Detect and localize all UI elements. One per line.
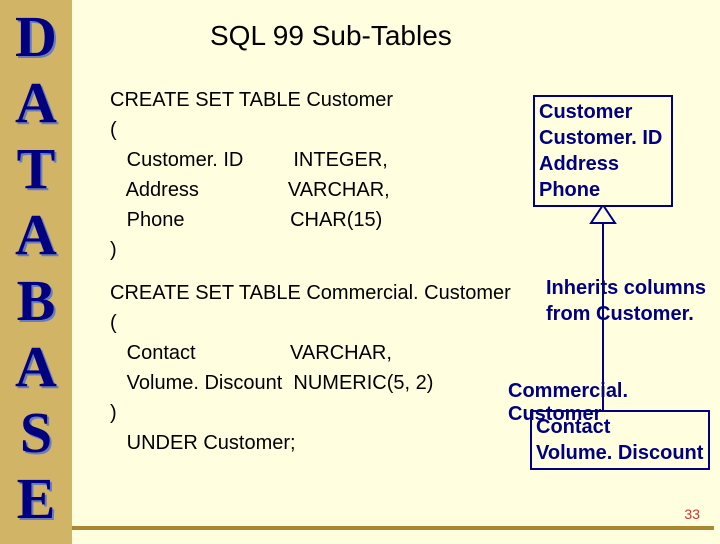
entity-box-commercial-customer: Contact Volume. Discount	[530, 410, 710, 470]
entity-box-customer: Customer Customer. ID Address Phone	[533, 95, 673, 207]
entity-row: Address	[539, 151, 667, 177]
sql-block-commercial-customer: CREATE SET TABLE Commercial. Customer ( …	[110, 278, 511, 458]
footer-divider	[72, 526, 714, 530]
sidebar-letter: S	[20, 400, 52, 466]
sidebar-letter: B	[17, 268, 56, 334]
sidebar-letter: A	[15, 334, 57, 400]
entity-row: Volume. Discount	[536, 440, 704, 466]
sidebar-letter: A	[15, 70, 57, 136]
entity-row: Contact	[536, 414, 704, 440]
entity-title: Customer	[539, 99, 667, 125]
slide-title: SQL 99 Sub-Tables	[210, 20, 452, 52]
page-number: 33	[684, 506, 700, 522]
sidebar-letter: T	[17, 136, 56, 202]
sidebar-letter: D	[15, 4, 57, 70]
sidebar-letter: A	[15, 202, 57, 268]
entity-row: Phone	[539, 177, 667, 203]
inherits-note: Inherits columns from Customer.	[546, 275, 706, 327]
sidebar-letter: E	[17, 466, 56, 532]
sql-block-customer: CREATE SET TABLE Customer ( Customer. ID…	[110, 85, 393, 265]
entity-row: Customer. ID	[539, 125, 667, 151]
sidebar: D A T A B A S E	[0, 0, 72, 544]
